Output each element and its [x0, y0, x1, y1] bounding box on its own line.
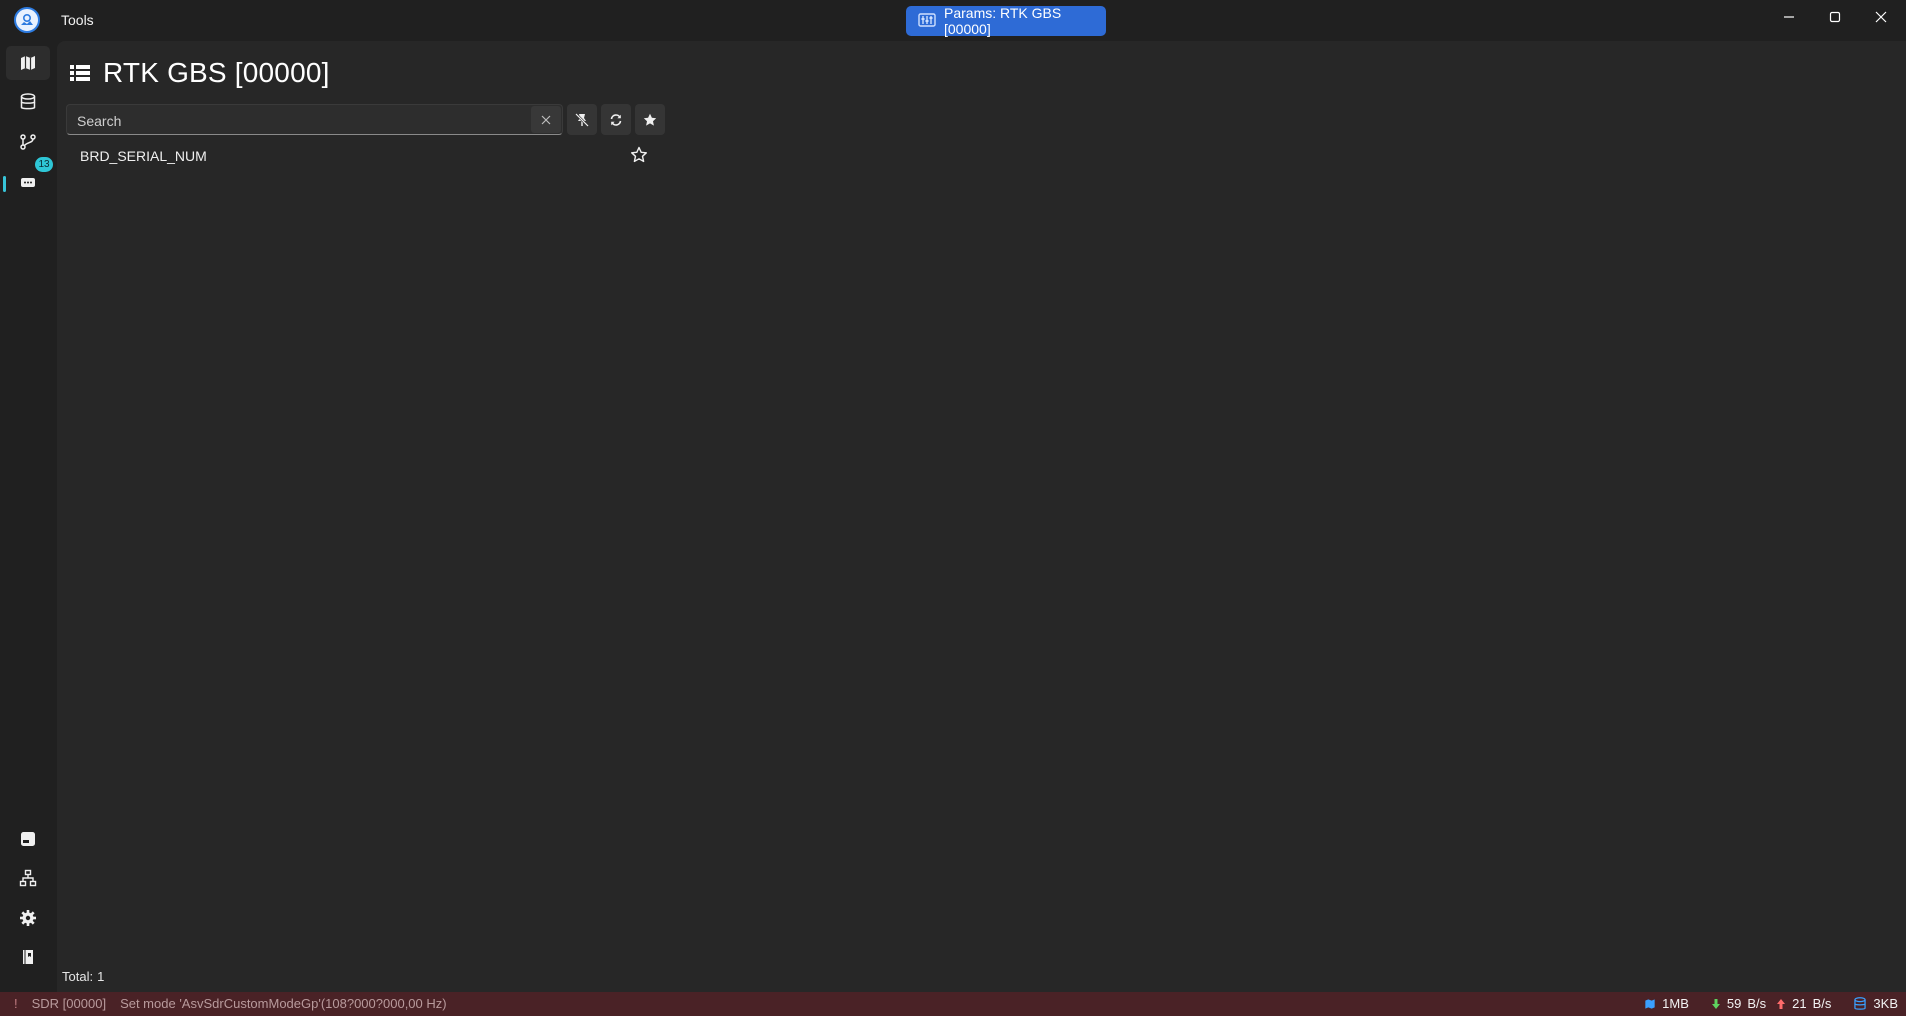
- favorites-icon: [643, 113, 657, 126]
- rx-unit: B/s: [1747, 996, 1767, 1011]
- storage-indicator[interactable]: 3KB: [1853, 996, 1898, 1011]
- window-title: Tools: [61, 12, 94, 28]
- search-input[interactable]: [67, 105, 519, 136]
- refresh-icon: [610, 113, 622, 126]
- log-panel-icon: [21, 832, 35, 846]
- tx-unit: B/s: [1812, 996, 1832, 1011]
- params-tab-label: Params: RTK GBS [00000]: [944, 5, 1062, 37]
- status-right: 1MB 59 B/s 21 B/s 3KB: [1644, 996, 1898, 1011]
- map-cache-size: 1MB: [1662, 996, 1689, 1011]
- traffic-indicator[interactable]: 59 B/s 21 B/s: [1711, 996, 1832, 1011]
- sidebar-item-network[interactable]: [6, 861, 50, 895]
- param-row[interactable]: BRD_SERIAL_NUM: [66, 139, 656, 173]
- alert-mark: !: [14, 996, 18, 1011]
- sidebar-item-database[interactable]: [6, 85, 50, 119]
- close-icon: [541, 115, 551, 124]
- status-device[interactable]: SDR [00000]: [32, 996, 106, 1011]
- tx-rate: 21: [1792, 996, 1807, 1011]
- status-message: Set mode 'AsvSdrCustomModeGp'(108?000?00…: [120, 996, 447, 1011]
- page-title: RTK GBS [00000]: [103, 57, 330, 88]
- map-icon: [1645, 998, 1655, 1009]
- unpin-icon: [575, 112, 589, 127]
- list-icon: [70, 65, 90, 81]
- favorites-filter-button[interactable]: [635, 104, 665, 135]
- database-icon: [20, 93, 36, 110]
- total-label: Total:: [62, 969, 94, 984]
- refresh-button[interactable]: [601, 104, 631, 135]
- sidebar-item-connections[interactable]: [6, 125, 50, 159]
- title-bar: Tools Params: RTK GBS [00000]: [0, 0, 1906, 41]
- minimize-icon: [1784, 16, 1794, 18]
- network-icon: [19, 869, 37, 887]
- search-field[interactable]: [66, 104, 563, 136]
- param-name: BRD_SERIAL_NUM: [80, 148, 207, 164]
- rx-rate: 59: [1726, 996, 1742, 1011]
- app-logo-icon[interactable]: [14, 7, 40, 33]
- devices-badge: 13: [35, 157, 53, 172]
- sidebar-item-log[interactable]: [6, 822, 50, 856]
- star-icon[interactable]: [630, 146, 648, 164]
- unpin-button[interactable]: [567, 104, 597, 135]
- db-size: 3KB: [1873, 996, 1898, 1011]
- sidebar-item-map[interactable]: [6, 46, 50, 80]
- total-count: Total: 1: [62, 969, 104, 984]
- gear-icon: [20, 910, 36, 926]
- maximize-icon: [1829, 11, 1841, 23]
- minimize-button[interactable]: [1766, 0, 1812, 34]
- close-icon: [1875, 11, 1887, 23]
- notebook-icon: [23, 950, 33, 964]
- clear-search-button[interactable]: [531, 106, 561, 133]
- sidebar-item-notes[interactable]: [6, 940, 50, 974]
- sidebar-item-devices[interactable]: 13: [6, 157, 53, 199]
- graph-icon: [20, 134, 36, 150]
- params-tab[interactable]: Params: RTK GBS [00000]: [906, 5, 1106, 37]
- arrow-down-icon: [1711, 998, 1720, 1009]
- database-icon: [1854, 996, 1867, 1010]
- sidebar: 13: [0, 41, 57, 992]
- device-icon: [21, 178, 35, 187]
- main-panel: RTK GBS [00000] BRD_SERIAL_NUM: [57, 41, 1906, 992]
- status-left: ! SDR [00000] Set mode 'AsvSdrCustomMode…: [14, 996, 447, 1011]
- status-bar: ! SDR [00000] Set mode 'AsvSdrCustomMode…: [0, 992, 1906, 1016]
- map-cache-indicator[interactable]: 1MB: [1644, 996, 1689, 1011]
- total-value: 1: [97, 969, 105, 984]
- params-tab-icon: [918, 12, 936, 30]
- sidebar-item-settings[interactable]: [6, 901, 50, 935]
- maximize-button[interactable]: [1812, 0, 1858, 34]
- arrow-up-icon: [1777, 998, 1786, 1009]
- page-header: RTK GBS [00000]: [69, 53, 330, 93]
- map-icon: [21, 56, 35, 70]
- close-window-button[interactable]: [1858, 0, 1904, 34]
